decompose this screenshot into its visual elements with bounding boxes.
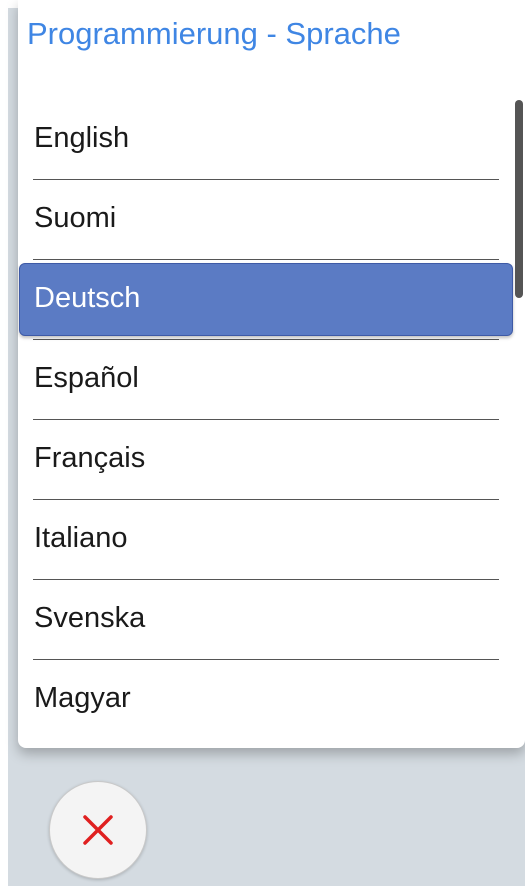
close-icon xyxy=(83,815,113,845)
language-item-francais[interactable]: Français xyxy=(18,420,513,500)
language-item-magyar[interactable]: Magyar xyxy=(18,660,513,740)
language-item-svenska[interactable]: Svenska xyxy=(18,580,513,660)
language-item-suomi[interactable]: Suomi xyxy=(18,180,513,260)
language-label: Svenska xyxy=(34,602,146,634)
language-item-italiano[interactable]: Italiano xyxy=(18,500,513,580)
language-dialog: Programmierung - Sprache English Suomi D… xyxy=(18,0,525,748)
close-button[interactable] xyxy=(49,781,147,879)
language-item-english[interactable]: English xyxy=(18,100,513,180)
dialog-title: Programmierung - Sprache xyxy=(27,16,401,51)
language-label: English xyxy=(34,122,130,154)
language-label: Deutsch xyxy=(34,282,141,314)
language-label: Suomi xyxy=(34,202,117,234)
language-label: Italiano xyxy=(34,522,128,554)
scrollbar[interactable] xyxy=(515,100,523,298)
language-label: Magyar xyxy=(34,682,131,714)
language-label: Français xyxy=(34,442,146,474)
language-item-espanol[interactable]: Español xyxy=(18,340,513,420)
language-label: Español xyxy=(34,362,139,394)
language-item-deutsch[interactable]: Deutsch xyxy=(18,260,513,340)
